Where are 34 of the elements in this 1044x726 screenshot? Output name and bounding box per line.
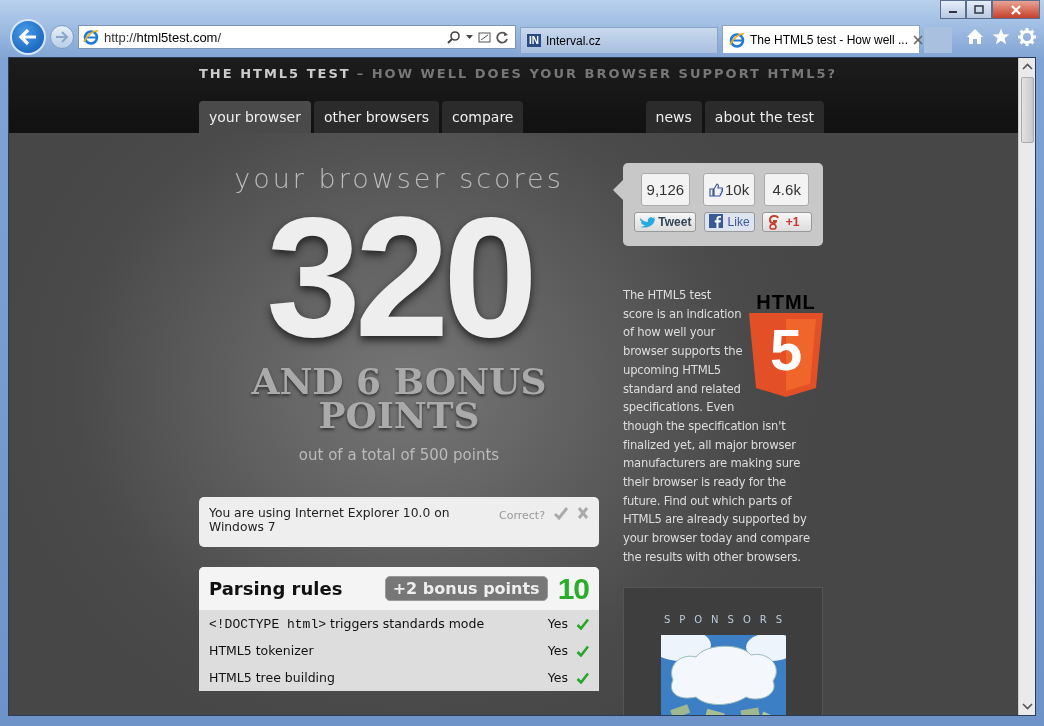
test-result: Yes <box>547 616 568 631</box>
section-title: Parsing rules <box>209 578 344 599</box>
share-button[interactable]: Like <box>703 212 755 232</box>
browser-tab[interactable]: IN Interval.cz <box>520 27 718 53</box>
nav-tab[interactable]: news <box>645 101 702 133</box>
share-count: 10k <box>702 173 756 206</box>
test-result: Yes <box>547 670 568 685</box>
test-name: <!DOCTYPE html> triggers standards mode <box>209 615 486 632</box>
site-title: THE HTML5 TEST – HOW WELL DOES YOUR BROWSER SUPPORT HTML5? <box>199 66 838 81</box>
address-field[interactable]: http://html5test.com/ <box>78 25 516 49</box>
detected-browser-text: You are using Internet Explorer 10.0 on Windows 7 <box>209 506 451 534</box>
browser-tab[interactable]: The HTML5 test - How well ... <box>722 25 920 53</box>
test-name: HTML5 tokenizer <box>209 643 315 658</box>
site-favicon: IN <box>527 34 541 47</box>
share-count: 4.6k <box>764 173 810 206</box>
total-points-text: out of a total of 500 points <box>298 446 500 464</box>
test-result: Yes <box>547 643 568 658</box>
bonus-points-badge: +2 bonus points <box>384 576 548 601</box>
correct-prompt: Correct? <box>499 509 545 522</box>
test-name: HTML5 tree building <box>209 670 336 685</box>
share-button[interactable]: +1 <box>761 212 812 232</box>
bonus-points-text: AND 6 BONUS POINTS <box>250 364 548 432</box>
nav-tab[interactable]: compare <box>442 101 524 133</box>
share-button[interactable]: Tweet <box>634 212 697 232</box>
nav-tab[interactable]: about the test <box>704 101 824 133</box>
score-number: 320 <box>266 202 532 352</box>
share-count: 9,126 <box>640 173 691 206</box>
nav-tab[interactable]: your browser <box>199 101 311 133</box>
html5-logo: HTML 5 <box>749 292 823 397</box>
sponsors-heading: SPONSORS <box>663 613 792 625</box>
section-score: 10 <box>557 571 589 606</box>
score-heading: your browser scores <box>234 163 564 194</box>
about-text: though the specification isn't finalized yet, all major browser manufacturers are making sure their browser is ready for the future. Find out which parts of HTML5 are already supported by your browser today and compare the results with other browsers. <box>623 417 811 566</box>
nav-tab[interactable]: other browsers <box>313 101 439 133</box>
